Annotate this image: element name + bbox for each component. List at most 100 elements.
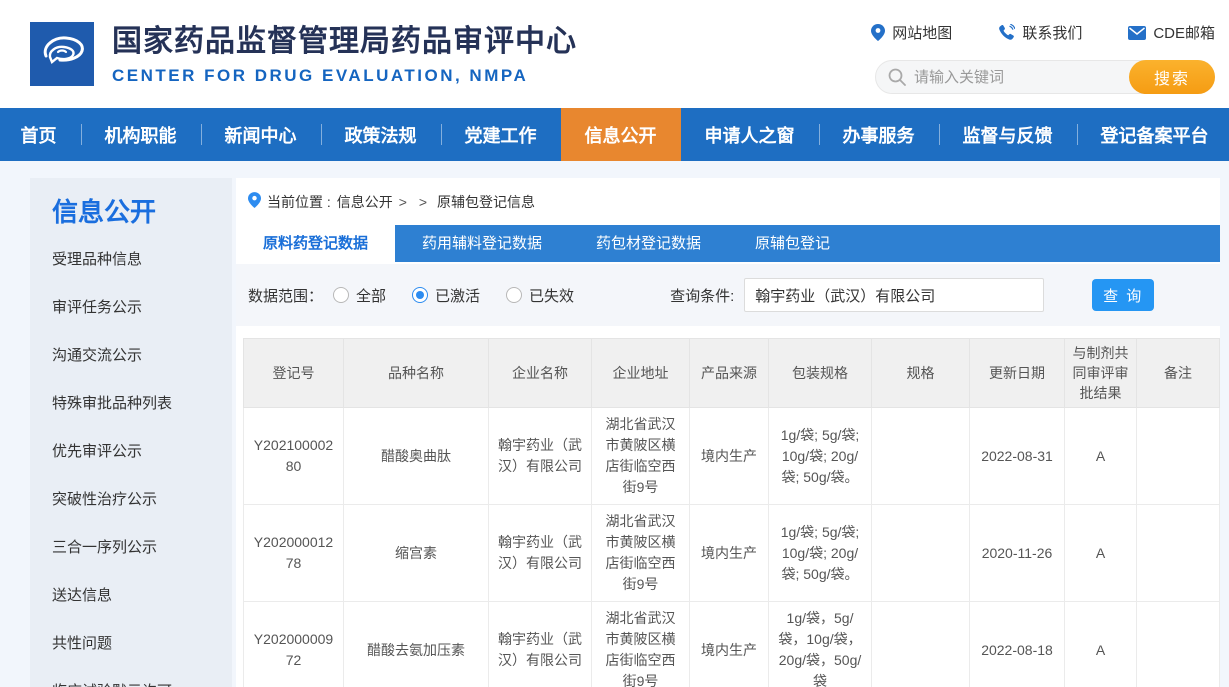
cell-registration-no: Y20200001278 — [244, 505, 344, 602]
radio-option-expired[interactable]: 已失效 — [506, 285, 574, 306]
cell-packaging-spec: 1g/袋; 5g/袋; 10g/袋; 20g/袋; 50g/袋。 — [769, 505, 872, 602]
table-row: Y20210000280 醋酸奥曲肽 翰宇药业（武汉）有限公司 湖北省武汉市黄陂… — [244, 408, 1220, 505]
search-icon — [888, 68, 906, 86]
breadcrumb: 当前位置 : 信息公开 > > 原辅包登记信息 — [236, 178, 1220, 225]
cell-product-source: 境内生产 — [690, 408, 769, 505]
tab-raw-aux-pack-registration[interactable]: 原辅包登记 — [728, 225, 857, 262]
brand: 国家药品监督管理局药品审评中心 CENTER FOR DRUG EVALUATI… — [30, 22, 577, 86]
table-row: Y20200000972 醋酸去氨加压素 翰宇药业（武汉）有限公司 湖北省武汉市… — [244, 602, 1220, 687]
radio-circle — [333, 287, 349, 303]
cell-variety-name: 醋酸去氨加压素 — [344, 602, 489, 687]
quick-link-contact[interactable]: 联系我们 — [998, 22, 1082, 43]
cell-spec — [872, 408, 970, 505]
breadcrumb-label: 当前位置 : — [267, 192, 331, 212]
quick-link-label: 网站地图 — [892, 22, 952, 43]
sidebar-item-breakthrough-therapy[interactable]: 突破性治疗公示 — [30, 476, 232, 524]
tab-packaging-registration-data[interactable]: 药包材登记数据 — [569, 225, 728, 262]
nav-item-services[interactable]: 办事服务 — [819, 108, 939, 161]
breadcrumb-current: 原辅包登记信息 — [437, 192, 535, 212]
tab-excipient-registration-data[interactable]: 药用辅料登记数据 — [395, 225, 569, 262]
phone-icon — [998, 24, 1015, 41]
nav-item-info-disclosure[interactable]: 信息公开 — [561, 108, 681, 161]
cell-remarks — [1137, 602, 1220, 687]
col-header-registration-no: 登记号 — [244, 339, 344, 408]
sidebar-item-clinical-trial-license[interactable]: 临床试验默示许可 — [30, 668, 232, 687]
nav-item-news[interactable]: 新闻中心 — [201, 108, 321, 161]
nav-item-policy[interactable]: 政策法规 — [321, 108, 441, 161]
cell-variety-name: 缩宫素 — [344, 505, 489, 602]
col-header-joint-review-result: 与制剂共同审评审批结果 — [1065, 339, 1137, 408]
nav-item-registration-platform[interactable]: 登记备案平台 — [1077, 108, 1229, 161]
breadcrumb-pin-icon — [248, 192, 261, 211]
col-header-packaging-spec: 包装规格 — [769, 339, 872, 408]
sidebar-item-communication[interactable]: 沟通交流公示 — [30, 332, 232, 380]
nav-item-home[interactable]: 首页 — [0, 108, 81, 161]
sidebar-item-review-tasks[interactable]: 审评任务公示 — [30, 284, 232, 332]
data-scope-label: 数据范围： — [248, 285, 323, 306]
sidebar-item-accepted-varieties[interactable]: 受理品种信息 — [30, 236, 232, 284]
cell-packaging-spec: 1g/袋，5g/袋，10g/袋，20g/袋，50g/袋 — [769, 602, 872, 687]
location-pin-icon — [871, 24, 885, 41]
radio-option-activated[interactable]: 已激活 — [412, 285, 480, 306]
cde-logo — [30, 22, 94, 86]
tab-api-registration-data[interactable]: 原料药登记数据 — [236, 225, 395, 262]
quick-link-mail[interactable]: CDE邮箱 — [1128, 22, 1215, 43]
cell-registration-no: Y20200000972 — [244, 602, 344, 687]
main-area: 信息公开 受理品种信息 审评任务公示 沟通交流公示 特殊审批品种列表 优先审评公… — [0, 161, 1229, 687]
nav-item-party[interactable]: 党建工作 — [441, 108, 561, 161]
table-header-row: 登记号 品种名称 企业名称 企业地址 产品来源 包装规格 规格 更新日期 与制剂… — [244, 339, 1220, 408]
cell-joint-review-result: A — [1065, 602, 1137, 687]
brand-text: 国家药品监督管理局药品审评中心 CENTER FOR DRUG EVALUATI… — [112, 22, 577, 86]
cell-company-address: 湖北省武汉市黄陂区横店街临空西街9号 — [592, 408, 690, 505]
cell-remarks — [1137, 505, 1220, 602]
quick-link-sitemap[interactable]: 网站地图 — [871, 22, 952, 43]
cell-spec — [872, 505, 970, 602]
envelope-icon — [1128, 26, 1146, 40]
col-header-company-name: 企业名称 — [489, 339, 592, 408]
sidebar-item-delivery-info[interactable]: 送达信息 — [30, 572, 232, 620]
query-condition-input[interactable] — [744, 278, 1044, 312]
radio-label: 已失效 — [529, 285, 574, 306]
radio-circle — [412, 287, 428, 303]
radio-label: 全部 — [356, 285, 386, 306]
site-search: 搜索 — [875, 60, 1215, 94]
cell-packaging-spec: 1g/袋; 5g/袋; 10g/袋; 20g/袋; 50g/袋。 — [769, 408, 872, 505]
col-header-remarks: 备注 — [1137, 339, 1220, 408]
cell-variety-name: 醋酸奥曲肽 — [344, 408, 489, 505]
breadcrumb-separator: > > — [399, 194, 431, 210]
cell-product-source: 境内生产 — [690, 505, 769, 602]
search-button[interactable]: 搜索 — [1129, 60, 1215, 94]
sidebar-item-three-in-one[interactable]: 三合一序列公示 — [30, 524, 232, 572]
registration-table: 登记号 品种名称 企业名称 企业地址 产品来源 包装规格 规格 更新日期 与制剂… — [243, 338, 1220, 687]
col-header-spec: 规格 — [872, 339, 970, 408]
cell-joint-review-result: A — [1065, 408, 1137, 505]
radio-option-all[interactable]: 全部 — [333, 285, 386, 306]
cde-logo-emblem-icon — [36, 30, 88, 79]
sidebar-item-special-approval[interactable]: 特殊审批品种列表 — [30, 380, 232, 428]
table-row: Y20200001278 缩宫素 翰宇药业（武汉）有限公司 湖北省武汉市黄陂区横… — [244, 505, 1220, 602]
cell-remarks — [1137, 408, 1220, 505]
cell-company-address: 湖北省武汉市黄陂区横店街临空西街9号 — [592, 602, 690, 687]
col-header-variety-name: 品种名称 — [344, 339, 489, 408]
cell-update-date: 2020-11-26 — [970, 505, 1065, 602]
search-input[interactable] — [906, 69, 1129, 86]
cell-company-name: 翰宇药业（武汉）有限公司 — [489, 505, 592, 602]
cell-joint-review-result: A — [1065, 505, 1137, 602]
sidebar-item-common-issues[interactable]: 共性问题 — [30, 620, 232, 668]
col-header-update-date: 更新日期 — [970, 339, 1065, 408]
tabbar: 原料药登记数据 药用辅料登记数据 药包材登记数据 原辅包登记 — [236, 225, 1220, 262]
site-subtitle: CENTER FOR DRUG EVALUATION, NMPA — [112, 66, 577, 86]
content-panel: 当前位置 : 信息公开 > > 原辅包登记信息 原料药登记数据 药用辅料登记数据… — [236, 178, 1220, 687]
cell-product-source: 境内生产 — [690, 602, 769, 687]
data-scope-radio-group: 全部 已激活 已失效 — [333, 285, 600, 306]
nav-item-functions[interactable]: 机构职能 — [81, 108, 201, 161]
quick-link-label: 联系我们 — [1022, 22, 1082, 43]
sidebar-item-priority-review[interactable]: 优先审评公示 — [30, 428, 232, 476]
col-header-company-address: 企业地址 — [592, 339, 690, 408]
main-nav: 首页 机构职能 新闻中心 政策法规 党建工作 信息公开 申请人之窗 办事服务 监… — [0, 108, 1229, 161]
breadcrumb-section[interactable]: 信息公开 — [337, 192, 393, 212]
query-button[interactable]: 查 询 — [1092, 279, 1154, 311]
nav-item-supervision[interactable]: 监督与反馈 — [939, 108, 1077, 161]
nav-item-applicant[interactable]: 申请人之窗 — [681, 108, 819, 161]
cell-company-name: 翰宇药业（武汉）有限公司 — [489, 602, 592, 687]
